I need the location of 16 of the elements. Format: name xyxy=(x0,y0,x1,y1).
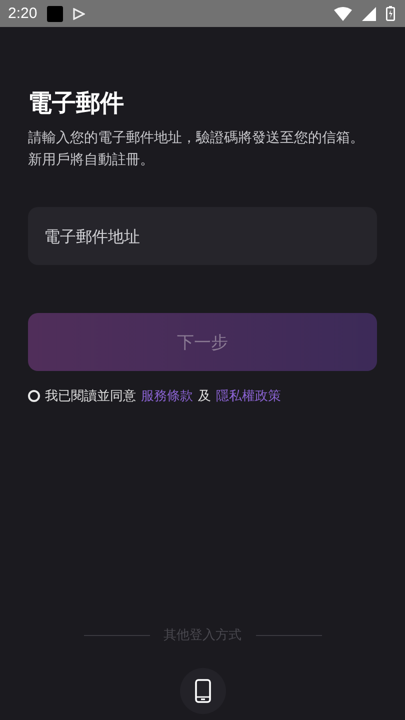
email-field[interactable]: 電子郵件地址 xyxy=(28,207,377,265)
conjunction-text: 及 xyxy=(198,388,211,405)
wifi-icon xyxy=(334,6,352,20)
instruction-text: 請輸入您的電子郵件地址，驗證碼將發送至您的信箱。新用戶將自動註冊。 xyxy=(28,129,365,170)
terms-link[interactable]: 服務條款 xyxy=(141,387,193,405)
privacy-link[interactable]: 隱私權政策 xyxy=(216,387,281,405)
agreement-text: 我已閱讀並同意 xyxy=(45,388,136,405)
signal-icon xyxy=(362,6,376,20)
agreement-radio[interactable] xyxy=(28,390,40,402)
battery-icon xyxy=(386,6,395,21)
play-icon xyxy=(73,8,86,20)
status-time: 2:20 xyxy=(8,5,38,22)
notification-icon xyxy=(47,6,64,22)
phone-login-button[interactable] xyxy=(180,668,226,714)
phone-icon xyxy=(194,679,210,703)
page-title: 電子郵件 xyxy=(28,88,124,119)
